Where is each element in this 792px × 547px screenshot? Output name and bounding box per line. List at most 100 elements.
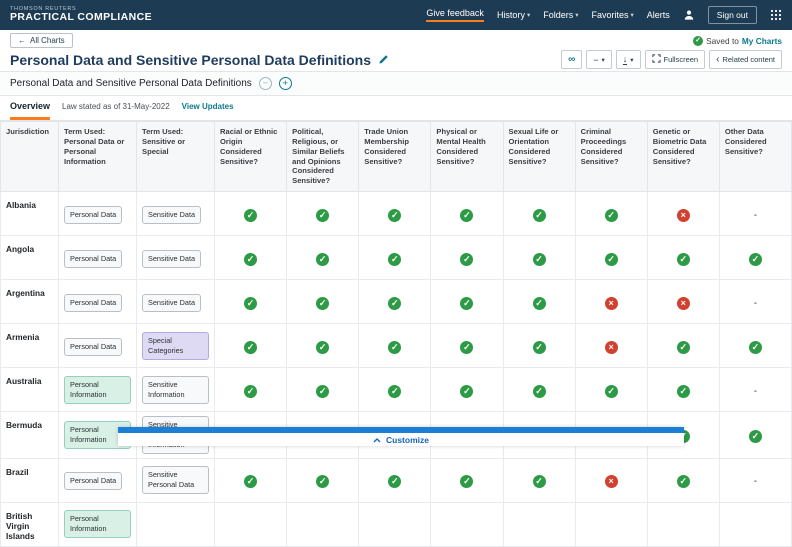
flag-cell (359, 502, 431, 546)
plus-circle-button[interactable]: + (279, 77, 292, 90)
sensitive-yes-icon: ✓ (316, 341, 329, 354)
flag-cell: ✓ (647, 368, 719, 412)
sensitive-yes-icon: ✓ (460, 385, 473, 398)
term-chip: Sensitive Personal Data (142, 466, 209, 494)
flag-cell: ✓ (503, 236, 575, 280)
definitions-table-container: JurisdictionTerm Used: Personal Data or … (0, 121, 792, 547)
favorites-menu[interactable]: Favorites ▾ (592, 10, 634, 20)
saved-status: ✓ Saved to My Charts (693, 36, 782, 46)
flag-cell: ✓ (503, 368, 575, 412)
give-feedback-link[interactable]: Give feedback (426, 8, 484, 22)
app-grid-icon[interactable] (770, 9, 782, 21)
minus-circle-button[interactable]: − (259, 77, 272, 90)
not-applicable-dash: - (749, 475, 762, 488)
flag-cell: ✓ (215, 324, 287, 368)
history-label: History (497, 10, 525, 20)
sensitive-yes-icon: ✓ (244, 341, 257, 354)
flag-cell: ✓ (287, 458, 359, 502)
customize-panel-toggle[interactable]: Customize (118, 427, 684, 446)
edit-title-icon[interactable] (378, 54, 389, 65)
term-personal-cell: Personal Data (59, 458, 137, 502)
flag-cell: ✓ (575, 192, 647, 236)
flag-cell: × (575, 280, 647, 324)
jurisdiction-cell: Australia (1, 368, 59, 412)
term-chip: Sensitive Data (142, 206, 201, 224)
table-row: AustraliaPersonal InformationSensitive I… (1, 368, 792, 412)
not-applicable-dash: - (749, 297, 762, 310)
flag-cell (719, 502, 791, 546)
flag-cell: ✓ (719, 412, 791, 459)
flag-cell: ✓ (719, 324, 791, 368)
flag-cell: ✓ (359, 236, 431, 280)
alerts-link[interactable]: Alerts (647, 10, 670, 20)
table-row: BrazilPersonal DataSensitive Personal Da… (1, 458, 792, 502)
flag-cell: ✓ (503, 280, 575, 324)
sensitive-yes-icon: ✓ (533, 475, 546, 488)
tab-overview[interactable]: Overview (10, 101, 50, 120)
saved-prefix-label: Saved to (706, 36, 739, 46)
sensitive-yes-icon: ✓ (316, 209, 329, 222)
sensitive-yes-icon: ✓ (316, 297, 329, 310)
brand-logo[interactable]: THOMSON REUTERS PRACTICAL COMPLIANCE (10, 7, 152, 24)
column-header-2: Term Used: Sensitive or Special (137, 122, 215, 192)
top-nav-links: Give feedback History ▾ Folders ▾ Favori… (426, 6, 782, 24)
flag-cell: - (719, 280, 791, 324)
page-toolbar: ← All Charts ✓ Saved to My Charts Person… (0, 30, 792, 71)
folders-menu[interactable]: Folders ▾ (543, 10, 578, 20)
user-profile-icon[interactable] (683, 9, 695, 21)
flag-cell: ✓ (359, 324, 431, 368)
column-header-1: Term Used: Personal Data or Personal Inf… (59, 122, 137, 192)
related-content-button[interactable]: ‹ Related content (709, 50, 782, 69)
sensitive-yes-icon: ✓ (677, 385, 690, 398)
definitions-table: JurisdictionTerm Used: Personal Data or … (0, 121, 792, 547)
sensitive-yes-icon: ✓ (316, 385, 329, 398)
annotations-button[interactable]: − ▾ (586, 50, 612, 69)
sensitive-yes-icon: ✓ (460, 209, 473, 222)
table-row: ArmeniaPersonal DataSpecial Categories✓✓… (1, 324, 792, 368)
term-sensitive-cell: Sensitive Data (137, 192, 215, 236)
all-charts-button[interactable]: ← All Charts (10, 33, 73, 48)
term-sensitive-cell: Sensitive Data (137, 236, 215, 280)
download-button[interactable]: ↓ ▾ (616, 50, 641, 69)
flag-cell: ✓ (215, 192, 287, 236)
sign-out-button[interactable]: Sign out (708, 6, 757, 24)
fullscreen-button[interactable]: Fullscreen (645, 50, 706, 69)
sensitive-yes-icon: ✓ (533, 253, 546, 266)
sensitive-yes-icon: ✓ (677, 475, 690, 488)
customize-label: Customize (386, 435, 429, 445)
flag-cell: ✓ (431, 280, 503, 324)
sensitive-yes-icon: ✓ (533, 209, 546, 222)
brand-practical-compliance: PRACTICAL COMPLIANCE (10, 12, 152, 23)
link-icon: ∞ (568, 54, 575, 65)
sensitive-yes-icon: ✓ (244, 253, 257, 266)
chart-panel-header: Personal Data and Sensitive Personal Dat… (0, 71, 792, 96)
view-updates-link[interactable]: View Updates (182, 102, 234, 111)
term-chip: Personal Data (64, 206, 122, 224)
flag-cell: ✓ (503, 192, 575, 236)
flag-cell (503, 502, 575, 546)
sensitive-yes-icon: ✓ (388, 475, 401, 488)
column-header-8: Criminal Proceedings Considered Sensitiv… (575, 122, 647, 192)
flag-cell: ✓ (287, 280, 359, 324)
flag-cell: ✓ (647, 324, 719, 368)
back-arrow-icon: ← (18, 36, 26, 45)
flag-cell: ✓ (575, 236, 647, 280)
not-applicable-dash: - (749, 209, 762, 222)
flag-cell: - (719, 368, 791, 412)
my-charts-link[interactable]: My Charts (742, 36, 782, 46)
term-personal-cell: Personal Information (59, 368, 137, 412)
flag-cell: × (575, 458, 647, 502)
sensitive-yes-icon: ✓ (460, 341, 473, 354)
history-menu[interactable]: History ▾ (497, 10, 530, 20)
chevron-left-icon: ‹ (716, 55, 719, 65)
law-stated-label: Law stated as of 31-May-2022 (62, 102, 170, 111)
flag-cell: ✓ (359, 192, 431, 236)
copy-link-button[interactable]: ∞ (561, 50, 582, 69)
sensitive-yes-icon: ✓ (605, 209, 618, 222)
favorites-label: Favorites (592, 10, 629, 20)
fullscreen-icon (652, 54, 661, 65)
jurisdiction-cell: Armenia (1, 324, 59, 368)
not-applicable-dash: - (749, 385, 762, 398)
flag-cell: ✓ (215, 236, 287, 280)
flag-cell: ✓ (215, 458, 287, 502)
